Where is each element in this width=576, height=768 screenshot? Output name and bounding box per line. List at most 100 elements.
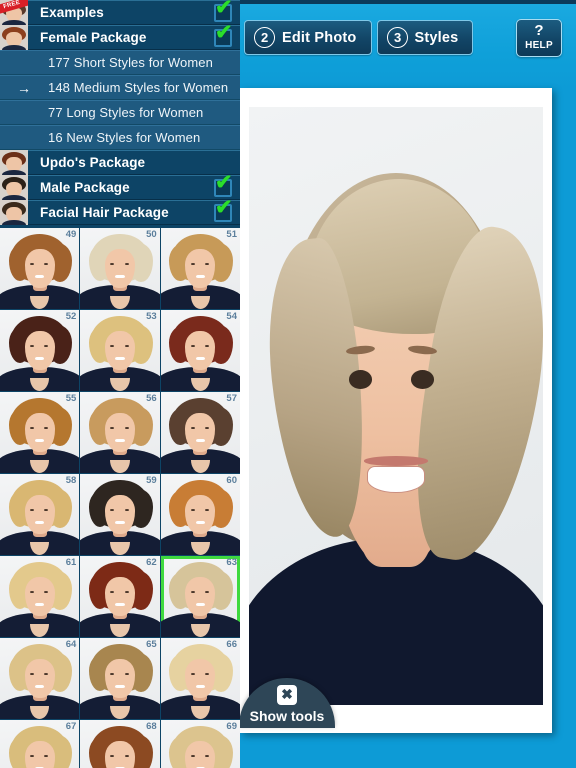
style-thumbnail[interactable]: 50 (80, 228, 160, 309)
style-thumbnail[interactable]: 55 (0, 392, 80, 473)
style-thumbnail[interactable]: 68 (80, 720, 160, 768)
sidebar-subitem-label: 16 New Styles for Women (48, 130, 201, 145)
tab-edit-photo-label: Edit Photo (282, 29, 357, 46)
style-thumbnail-grid: 49 50 51 52 53 54 55 56 57 58 59 60 61 62 63 64 65 66 67 68… (0, 228, 240, 768)
thumbnail-number: 63 (226, 557, 237, 568)
avatar (0, 150, 28, 175)
thumbnail-face (24, 495, 55, 534)
thumbnail-eye-left (30, 590, 35, 593)
package-checkbox-female[interactable] (214, 22, 233, 47)
thumbnail-mouth (115, 520, 125, 524)
sidebar-item-examples[interactable]: FREE Examples (0, 0, 240, 25)
thumbnail-mouth (115, 602, 125, 606)
package-checkbox-facial-hair[interactable] (214, 197, 233, 222)
thumbnail-number: 51 (226, 229, 237, 240)
style-thumbnail[interactable]: 52 (0, 310, 80, 391)
thumbnail-mouth (115, 274, 125, 278)
style-thumbnail[interactable]: 60 (160, 474, 240, 555)
thumbnail-number: 69 (226, 721, 237, 732)
package-checkbox-male[interactable] (214, 172, 233, 197)
thumbnail-number: 53 (146, 311, 157, 322)
thumbnail-number: 52 (65, 311, 77, 322)
sidebar-subitem-long-styles[interactable]: 77 Long Styles for Women (0, 100, 240, 125)
thumbnail-face (24, 413, 55, 452)
thumbnail-eye-left (30, 426, 35, 429)
thumbnail-eye-left (190, 672, 195, 675)
thumbnail-number: 49 (65, 229, 77, 240)
thumbnail-eye-right (205, 672, 210, 675)
tab-styles-label: Styles (414, 29, 459, 46)
style-thumbnail[interactable]: 62 (80, 556, 160, 637)
avatar (0, 25, 28, 50)
tab-edit-photo[interactable]: 2 Edit Photo (244, 20, 372, 55)
style-thumbnail[interactable]: 59 (80, 474, 160, 555)
style-thumbnail[interactable]: 58 (0, 474, 80, 555)
thumbnail-eye-right (205, 508, 210, 511)
package-checkbox-examples[interactable] (214, 0, 233, 22)
thumbnail-face (185, 741, 216, 768)
style-thumbnail[interactable]: 61 (0, 556, 80, 637)
thumbnail-face (24, 249, 55, 288)
thumbnail-eye-right (124, 672, 129, 675)
avatar: FREE (0, 0, 28, 25)
thumbnail-eye-right (124, 508, 129, 511)
thumbnail-face (104, 331, 136, 370)
avatar (0, 175, 28, 200)
style-thumbnail[interactable]: 51 (160, 228, 240, 309)
sidebar-item-updos-package[interactable]: Updo's Package (0, 150, 240, 175)
tab-styles[interactable]: 3 Styles (376, 20, 474, 55)
style-thumbnail[interactable]: 54 (160, 310, 240, 391)
thumbnail-face (185, 413, 216, 452)
thumbnail-mouth (34, 602, 45, 606)
help-button[interactable]: ? HELP (516, 19, 562, 57)
style-thumbnail[interactable]: 66 (160, 638, 240, 719)
thumbnail-eye-left (190, 262, 195, 265)
thumbnail-mouth (195, 602, 206, 606)
sidebar-item-female-package[interactable]: Female Package (0, 22, 240, 50)
thumbnail-eye-right (205, 344, 210, 347)
style-thumbnail[interactable]: 64 (0, 638, 80, 719)
thumbnail-face (24, 741, 55, 768)
sidebar-item-label: Female Package (40, 30, 147, 45)
thumbnail-number: 67 (65, 721, 77, 732)
style-thumbnail[interactable]: 67 (0, 720, 80, 768)
arrow-right-icon: → (17, 79, 31, 96)
sidebar-subitem-label: 148 Medium Styles for Women (48, 80, 229, 95)
thumbnail-eye-left (190, 426, 195, 429)
style-thumbnail[interactable]: 53 (80, 310, 160, 391)
style-thumbnail[interactable]: 49 (0, 228, 80, 309)
style-thumbnail[interactable]: 63 (160, 556, 240, 637)
thumbnail-number: 54 (226, 311, 237, 322)
style-thumbnail[interactable]: 69 (160, 720, 240, 768)
sidebar-subitem-medium-styles[interactable]: → 148 Medium Styles for Women (0, 75, 240, 100)
thumbnail-number: 62 (146, 557, 157, 568)
sidebar-item-male-package[interactable]: Male Package (0, 172, 240, 200)
sidebar-item-label: Examples (40, 5, 104, 20)
thumbnail-number: 65 (146, 639, 157, 650)
thumbnail-number: 58 (65, 475, 77, 486)
sidebar-subitem-new-styles[interactable]: 16 New Styles for Women (0, 125, 240, 150)
thumbnail-mouth (34, 520, 45, 524)
thumbnail-face (185, 249, 216, 288)
style-thumbnail[interactable]: 57 (160, 392, 240, 473)
thumbnail-mouth (195, 356, 206, 360)
thumbnail-face (24, 659, 55, 698)
thumbnail-eye-left (190, 590, 195, 593)
step-tabs: 2 Edit Photo 3 Styles (244, 20, 474, 55)
thumbnail-number: 66 (226, 639, 237, 650)
show-tools-label: Show tools (249, 708, 325, 724)
thumbnail-face (185, 495, 216, 534)
thumbnail-mouth (34, 684, 45, 688)
thumbnail-number: 61 (65, 557, 77, 568)
thumbnail-face (104, 577, 136, 616)
thumbnail-face (104, 413, 136, 452)
sidebar-item-facial-hair-package[interactable]: Facial Hair Package (0, 197, 240, 225)
thumbnail-eye-right (205, 426, 210, 429)
thumbnail-face (104, 741, 136, 768)
photo-panel[interactable] (240, 88, 552, 733)
style-thumbnail[interactable]: 65 (80, 638, 160, 719)
style-thumbnail[interactable]: 56 (80, 392, 160, 473)
question-mark-icon: ? (534, 22, 544, 39)
sidebar-subitem-short-styles[interactable]: 177 Short Styles for Women (0, 50, 240, 75)
sidebar-subitem-label: 177 Short Styles for Women (48, 55, 213, 70)
